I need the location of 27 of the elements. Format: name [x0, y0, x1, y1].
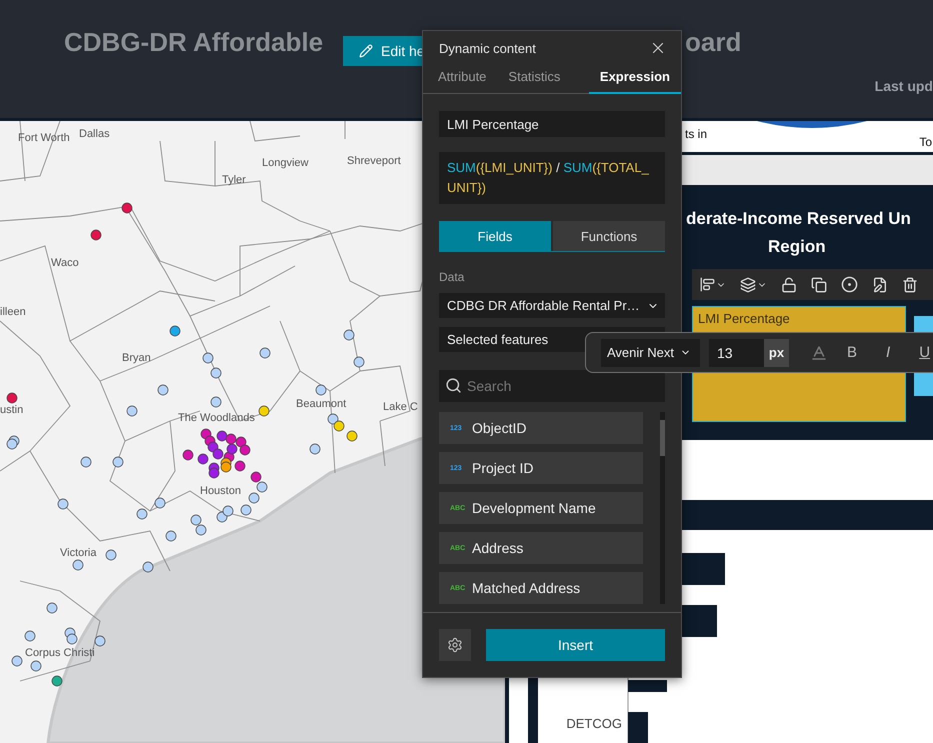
field-name: Project ID	[472, 460, 534, 476]
field-name: Development Name	[472, 500, 596, 516]
map-label: Longview	[262, 157, 308, 169]
map-label: Dallas	[79, 128, 110, 140]
field-name: Address	[472, 540, 524, 556]
map-label: Tyler	[222, 174, 246, 186]
map-label: Shreveport	[347, 155, 401, 167]
map-label: illeen	[0, 306, 26, 318]
panel-title: derate-Income Reserved Un	[686, 208, 911, 230]
map-label: Houston	[200, 485, 241, 497]
map-label: Waco	[51, 257, 79, 269]
field-name: Matched Address	[472, 580, 580, 596]
data-label: Data	[439, 270, 466, 284]
map-label: Lake C	[383, 401, 418, 413]
dashboard-title: CDBG-DR Affordable	[64, 26, 324, 58]
map-label: ustin	[0, 404, 24, 416]
card-text: ts in	[685, 126, 708, 143]
dashboard-title: oard	[685, 26, 742, 58]
map-label: Bryan	[122, 352, 151, 364]
unit-label: px	[764, 338, 789, 366]
field-name: ObjectID	[472, 420, 526, 436]
map-label: Victoria	[60, 547, 96, 559]
last-updated-text: Last upd	[874, 78, 933, 94]
dialog-title: Dynamic content	[439, 40, 536, 56]
panel-title: Region	[768, 236, 826, 258]
card-text: To	[919, 134, 932, 151]
axis-label: DETCOG	[566, 716, 622, 731]
